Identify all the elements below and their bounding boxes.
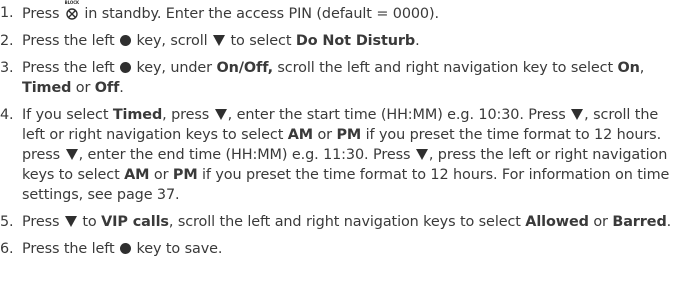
down-arrow-icon [571, 109, 584, 120]
step-number: 5. [0, 214, 14, 230]
step-2: 2. Press the left key, scroll to select … [0, 33, 420, 49]
left-softkey-dot-icon [120, 243, 132, 254]
step-5: 5. Press to VIP calls, scroll the left a… [0, 214, 672, 230]
down-arrow-icon [213, 35, 226, 46]
step-number: 3. [0, 60, 14, 76]
step-1: 1. Press BLOCK in standby. Enter the acc… [0, 0, 439, 23]
down-arrow-icon [214, 109, 227, 120]
left-softkey-dot-icon [120, 62, 132, 73]
step-number: 2. [0, 33, 14, 49]
step-4: 4. If you select Timed, press , enter th… [0, 107, 670, 203]
down-arrow-icon [415, 149, 428, 160]
block-key-icon: BLOCK [65, 1, 79, 21]
down-arrow-icon [65, 149, 78, 160]
step-3: 3. Press the left key, under On/Off, scr… [0, 60, 645, 96]
step-number: 6. [0, 241, 14, 257]
left-softkey-dot-icon [120, 35, 132, 46]
step-number: 1. [0, 5, 14, 21]
step-number: 4. [0, 107, 14, 123]
instruction-list: 1. Press BLOCK in standby. Enter the acc… [0, 0, 688, 259]
step-6: 6. Press the left key to save. [0, 241, 223, 257]
down-arrow-icon [64, 216, 77, 227]
